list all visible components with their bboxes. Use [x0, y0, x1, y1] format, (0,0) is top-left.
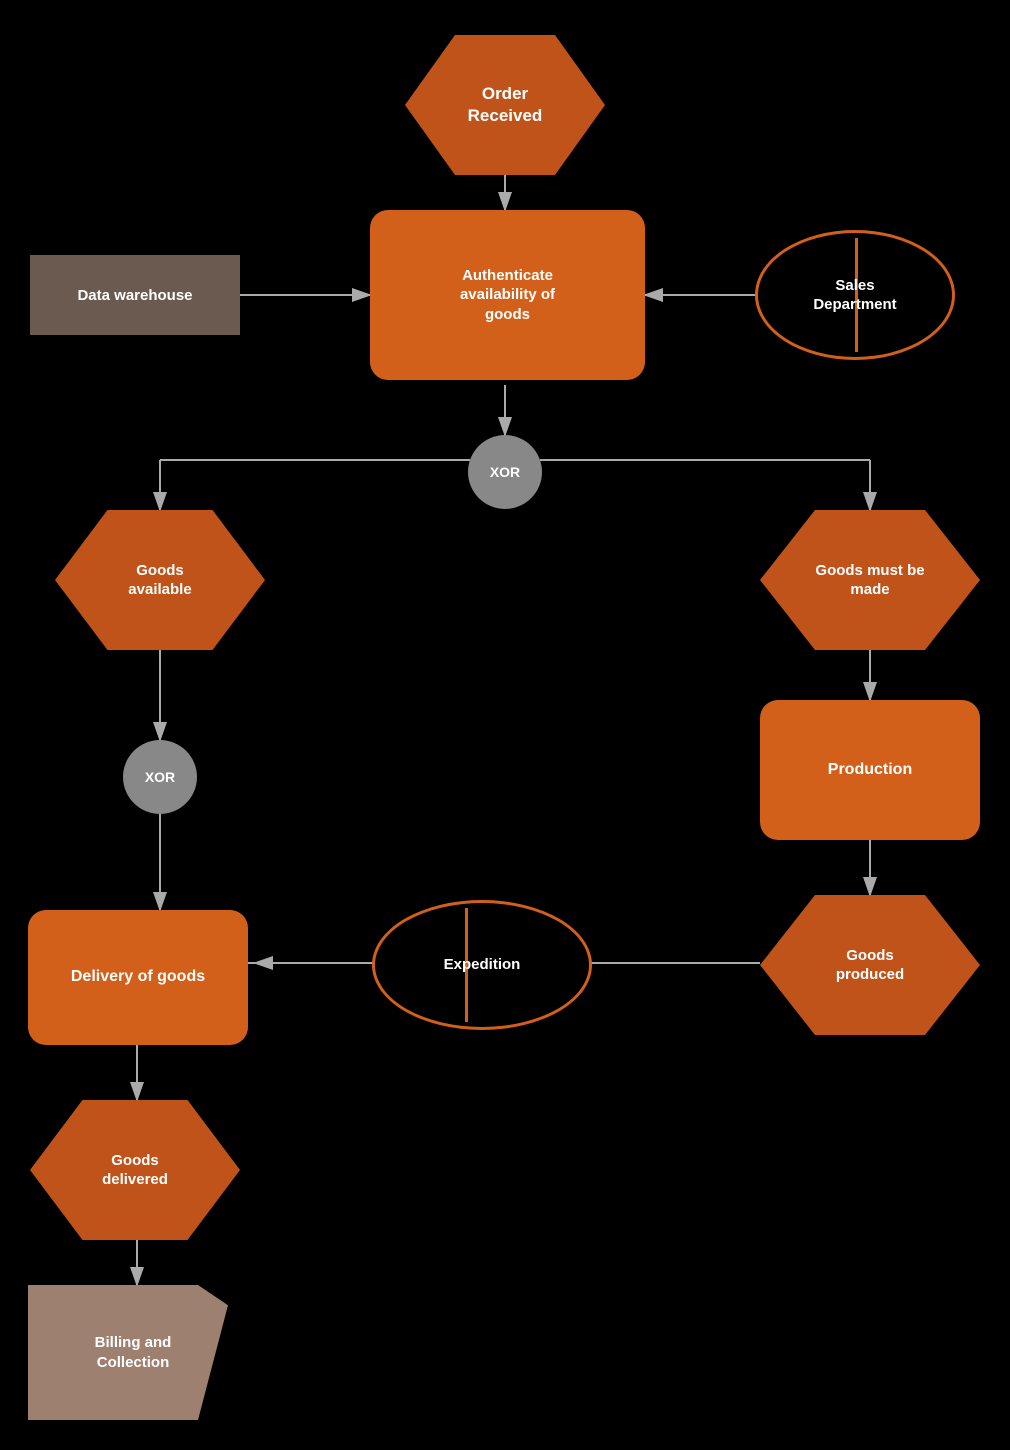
production-node: Production: [760, 700, 980, 840]
xor2-node: XOR: [123, 740, 197, 814]
production-label: Production: [828, 760, 912, 781]
xor1-label: XOR: [490, 464, 520, 480]
sales-department-label: Sales Department: [813, 276, 896, 315]
xor1-node: XOR: [468, 435, 542, 509]
data-warehouse-label: Data warehouse: [77, 287, 192, 304]
goods-available-label: Goods available: [128, 561, 191, 600]
goods-must-be-made-label: Goods must be made: [815, 561, 924, 600]
billing-node: Billing and Collection: [28, 1285, 228, 1420]
billing-label: Billing and Collection: [85, 1333, 172, 1372]
order-received-label: Order Received: [468, 83, 543, 127]
expedition-label: Expedition: [444, 955, 521, 975]
authenticate-label: Authenticate availability of goods: [460, 266, 555, 325]
xor2-label: XOR: [145, 769, 175, 785]
goods-produced-label: Goods produced: [836, 946, 904, 985]
goods-delivered-label: Goods delivered: [102, 1151, 168, 1190]
delivery-node: Delivery of goods: [28, 910, 248, 1045]
delivery-label: Delivery of goods: [71, 967, 205, 988]
authenticate-node: Authenticate availability of goods: [370, 210, 645, 380]
expedition-node: Expedition: [372, 900, 592, 1030]
data-warehouse-node: Data warehouse: [30, 255, 240, 335]
sales-department-node: Sales Department: [755, 230, 955, 360]
